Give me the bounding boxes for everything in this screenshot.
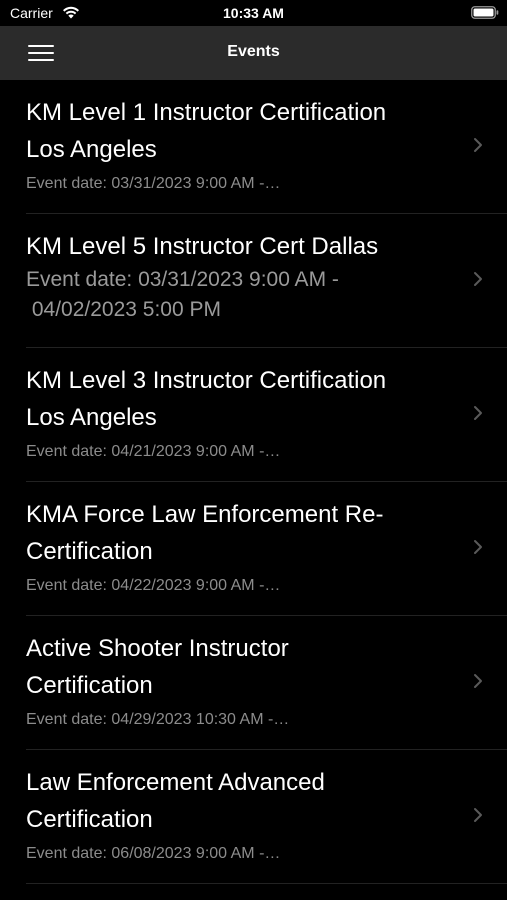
event-row[interactable]: KM Level 5 Instructor Cert Dallas Event … (0, 214, 507, 348)
event-title: KMA Force Law Enforcement Re- Certificat… (26, 501, 384, 565)
menu-button[interactable] (22, 36, 62, 70)
chevron-right-icon (474, 674, 482, 688)
event-date: Event date: 06/08/2023 9:00 AM -… (26, 845, 281, 862)
event-row[interactable]: KM Level 1 Instructor Certification Los … (0, 80, 507, 214)
chevron-right-icon (474, 406, 482, 420)
battery-icon (471, 6, 499, 19)
event-row[interactable]: Law Enforcement Advanced Certification E… (0, 750, 507, 884)
event-title: KM Level 1 Instructor Certification Los … (26, 99, 387, 163)
event-date: Event date: 04/21/2023 9:00 AM -… (26, 443, 281, 460)
event-row[interactable]: KMA Force Law Enforcement Re- Certificat… (0, 482, 507, 616)
chevron-right-icon (474, 272, 482, 286)
chevron-right-icon (474, 808, 482, 822)
hamburger-menu-icon (28, 45, 54, 47)
page-title: Events (227, 43, 280, 60)
event-title: Law Enforcement Advanced Certification (26, 769, 325, 833)
chevron-right-icon (474, 138, 482, 152)
event-date: Event date: 04/29/2023 10:30 AM -… (26, 711, 290, 728)
navigation-bar: Events (0, 26, 507, 80)
event-title: KM Level 3 Instructor Certification Los … (26, 367, 387, 431)
event-date: Event date: 04/22/2023 9:00 AM -… (26, 577, 281, 594)
status-bar: Carrier 10:33 AM (0, 0, 507, 26)
event-row[interactable]: KM Level 3 Instructor Certification Los … (0, 348, 507, 482)
chevron-right-icon (474, 540, 482, 554)
event-row[interactable]: Active Shooter Instructor Certification … (0, 616, 507, 750)
event-title: Active Shooter Instructor Certification (26, 635, 289, 699)
status-time: 10:33 AM (223, 5, 284, 21)
event-list: KM Level 1 Instructor Certification Los … (0, 80, 507, 884)
event-date: Event date: 03/31/2023 9:00 AM - 04/02/2… (26, 268, 339, 321)
event-date: Event date: 03/31/2023 9:00 AM -… (26, 175, 281, 192)
event-title: KM Level 5 Instructor Cert Dallas (26, 233, 379, 260)
